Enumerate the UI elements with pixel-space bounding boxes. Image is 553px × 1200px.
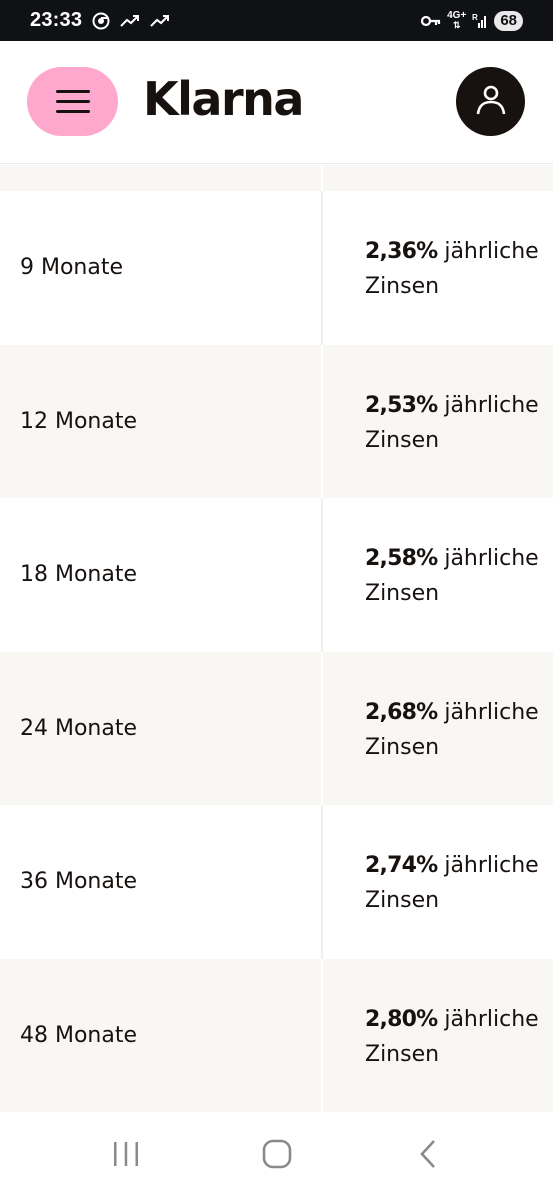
hamburger-icon xyxy=(55,89,90,114)
back-icon xyxy=(417,1139,439,1173)
system-nav-bar xyxy=(0,1112,553,1200)
recent-apps-icon xyxy=(111,1140,141,1172)
rate-cell: 2,80% jährliche Zinsen xyxy=(323,959,553,1113)
term-cell: 12 Monate xyxy=(0,344,323,498)
recent-apps-button[interactable] xyxy=(96,1126,156,1186)
signal-icon: R xyxy=(472,13,488,29)
status-bar: 23:33 4G+ ⇅ R 68 xyxy=(0,0,553,41)
account-button[interactable] xyxy=(456,67,525,136)
rate-value: 2,53% xyxy=(365,392,438,418)
table-cell xyxy=(0,165,323,191)
home-icon xyxy=(262,1139,292,1173)
table-row: 18 Monate 2,58% jährliche Zinsen xyxy=(0,498,553,652)
data-arrows-icon: ⇅ xyxy=(452,20,461,30)
status-left: 23:33 xyxy=(30,9,170,32)
table-row: 24 Monate 2,68% jährliche Zinsen xyxy=(0,651,553,806)
battery-indicator: 68 xyxy=(494,10,523,31)
trending-icon xyxy=(120,14,140,28)
term-cell: 24 Monate xyxy=(0,651,323,805)
rate-cell: 2,58% jährliche Zinsen xyxy=(323,498,553,652)
rates-table: 9 Monate 2,36% jährliche Zinsen 12 Monat… xyxy=(0,165,553,1112)
vpn-key-icon xyxy=(421,15,441,27)
table-row: 48 Monate 2,80% jährliche Zinsen xyxy=(0,958,553,1113)
menu-button[interactable] xyxy=(27,67,118,136)
table-row: 12 Monate 2,53% jährliche Zinsen xyxy=(0,344,553,499)
term-cell: 36 Monate xyxy=(0,805,323,959)
klarna-logo[interactable]: Klarna xyxy=(143,71,304,127)
rate-value: 2,80% xyxy=(365,1006,438,1032)
rate-value: 2,74% xyxy=(365,853,438,878)
app-header: Klarna xyxy=(0,41,553,164)
term-cell: 18 Monate xyxy=(0,498,323,652)
table-row: 9 Monate 2,36% jährliche Zinsen xyxy=(0,191,553,345)
home-button[interactable] xyxy=(247,1126,307,1186)
rate-cell: 2,36% jährliche Zinsen xyxy=(323,191,553,345)
status-right: 4G+ ⇅ R 68 xyxy=(421,10,523,31)
trending-icon xyxy=(150,14,170,28)
status-time: 23:33 xyxy=(30,9,83,31)
network-type: 4G+ ⇅ xyxy=(447,11,466,30)
svg-text:R: R xyxy=(472,13,478,22)
term-cell: 48 Monate xyxy=(0,958,323,1112)
table-row: 36 Monate 2,74% jährliche Zinsen xyxy=(0,805,553,959)
table-row-partial xyxy=(0,165,553,191)
chrome-icon xyxy=(92,12,110,30)
user-icon xyxy=(475,83,507,121)
rate-cell: 2,68% jährliche Zinsen xyxy=(323,652,553,806)
rate-value: 2,68% xyxy=(365,699,438,725)
rate-cell: 2,53% jährliche Zinsen xyxy=(323,345,553,499)
term-cell: 9 Monate xyxy=(0,191,323,345)
rate-cell: 2,74% jährliche Zinsen xyxy=(323,805,553,959)
rate-value: 2,36% xyxy=(365,239,438,264)
rate-value: 2,58% xyxy=(365,546,438,571)
back-button[interactable] xyxy=(398,1126,458,1186)
